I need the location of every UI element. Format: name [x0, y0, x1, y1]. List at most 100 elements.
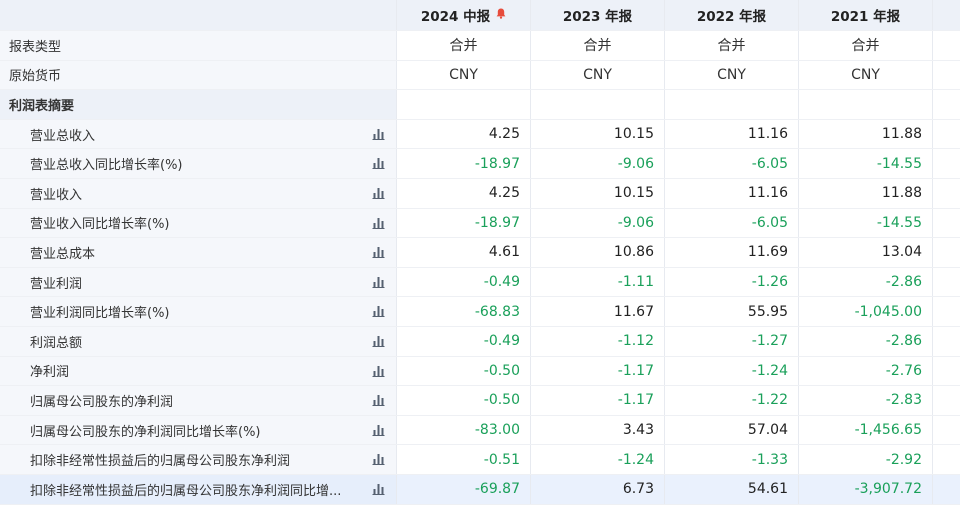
filler-cell	[932, 149, 960, 178]
value-cell: -1.11	[530, 267, 664, 297]
row-label: 归属母公司股东的净利润同比增长率(%)	[30, 424, 261, 440]
value-cell: -2.86	[798, 267, 932, 297]
row-label-cell: 净利润	[0, 356, 396, 386]
value-cell: -2.92	[798, 445, 932, 474]
value-cell: -0.49	[396, 326, 530, 356]
table-row[interactable]: 扣除非经常性损益后的归属母公司股东净利润同比增... -69.87 6.73 54.6…	[0, 474, 960, 505]
table-row[interactable]: 营业总收入 4.25 10.15 11.16 11.88	[0, 119, 960, 150]
value-cell: 合并	[664, 31, 798, 60]
value-cell: -1.26	[664, 267, 798, 297]
value-cell: -0.49	[396, 267, 530, 297]
bar-chart-icon[interactable]	[372, 157, 386, 170]
column-header-2022-annual[interactable]: 2022 年报	[664, 0, 798, 30]
filler-cell	[932, 386, 960, 415]
value-cell: -83.00	[396, 415, 530, 445]
column-header-2021-annual[interactable]: 2021 年报	[798, 0, 932, 30]
bar-chart-icon[interactable]	[372, 424, 386, 437]
table-row[interactable]: 营业利润 -0.49 -1.11 -1.26 -2.86	[0, 267, 960, 298]
value-cell: -14.55	[798, 149, 932, 178]
row-label-cell: 营业利润	[0, 267, 396, 297]
bar-chart-icon[interactable]	[372, 335, 386, 348]
table-row[interactable]: 利润总额 -0.49 -1.12 -1.27 -2.86	[0, 326, 960, 357]
value-cell: 合并	[798, 31, 932, 60]
column-header-label: 2021 年报	[830, 9, 901, 25]
table-row[interactable]: 营业收入 4.25 10.15 11.16 11.88	[0, 178, 960, 209]
value-cell: -1,456.65	[798, 415, 932, 445]
value-cell: 11.88	[798, 119, 932, 149]
value-cell: 4.61	[396, 238, 530, 267]
column-header-2023-annual[interactable]: 2023 年报	[530, 0, 664, 30]
bar-chart-icon[interactable]	[372, 453, 386, 466]
filler-cell	[932, 90, 960, 119]
value-cell: -9.06	[530, 149, 664, 178]
table-row[interactable]: 营业收入同比增长率(%) -18.97 -9.06 -6.05 -14.55	[0, 208, 960, 239]
bell-icon[interactable]	[496, 8, 506, 22]
value-cell: 11.69	[664, 238, 798, 267]
column-header-label: 2024 中报	[420, 9, 491, 25]
row-label: 营业利润	[30, 276, 83, 292]
row-label: 扣除非经常性损益后的归属母公司股东净利润同比增...	[30, 483, 342, 499]
value-cell: -1,045.00	[798, 297, 932, 326]
row-label: 扣除非经常性损益后的归属母公司股东净利润	[30, 454, 291, 470]
value-cell: -1.24	[530, 445, 664, 474]
bar-chart-icon[interactable]	[372, 187, 386, 200]
value-cell: -9.06	[530, 208, 664, 238]
bar-chart-icon[interactable]	[372, 128, 386, 141]
row-label: 营业收入同比增长率(%)	[30, 217, 170, 233]
bar-chart-icon[interactable]	[372, 305, 386, 318]
value-cell: 13.04	[798, 238, 932, 267]
row-label-cell: 扣除非经常性损益后的归属母公司股东净利润同比增...	[0, 474, 396, 504]
row-label-cell: 营业总收入同比增长率(%)	[0, 149, 396, 178]
filler-cell	[932, 208, 960, 238]
table-row[interactable]: 营业总成本 4.61 10.86 11.69 13.04	[0, 238, 960, 268]
header-label-cell	[0, 0, 396, 30]
table-row[interactable]: 归属母公司股东的净利润 -0.50 -1.17 -1.22 -2.83	[0, 386, 960, 416]
row-label-cell: 营业收入	[0, 178, 396, 208]
filler-cell	[932, 60, 960, 90]
filler-cell	[932, 31, 960, 60]
table-row[interactable]: 归属母公司股东的净利润同比增长率(%) -83.00 3.43 57.04 -1,456…	[0, 415, 960, 446]
value-cell: -2.86	[798, 326, 932, 356]
value-cell: CNY	[664, 60, 798, 90]
report-type-row: 报表类型 合并 合并 合并 合并	[0, 31, 960, 61]
bar-chart-icon[interactable]	[372, 394, 386, 407]
value-cell: 11.67	[530, 297, 664, 326]
value-cell: 6.73	[530, 474, 664, 504]
value-cell: CNY	[798, 60, 932, 90]
table-row[interactable]: 营业利润同比增长率(%) -68.83 11.67 55.95 -1,045.00	[0, 297, 960, 327]
filler-cell	[932, 356, 960, 386]
row-label-cell: 扣除非经常性损益后的归属母公司股东净利润	[0, 445, 396, 474]
filler-cell	[932, 178, 960, 208]
row-label-cell: 营业总成本	[0, 238, 396, 267]
value-cell: -6.05	[664, 208, 798, 238]
value-cell: CNY	[530, 60, 664, 90]
table-row[interactable]: 营业总收入同比增长率(%) -18.97 -9.06 -6.05 -14.55	[0, 149, 960, 179]
value-cell: -1.17	[530, 356, 664, 386]
bar-chart-icon[interactable]	[372, 246, 386, 259]
value-cell: 4.25	[396, 119, 530, 149]
bar-chart-icon[interactable]	[372, 365, 386, 378]
bar-chart-icon[interactable]	[372, 483, 386, 496]
filler-cell	[932, 474, 960, 504]
row-label: 净利润	[30, 365, 70, 381]
bar-chart-icon[interactable]	[372, 217, 386, 230]
column-header-2024-interim[interactable]: 2024 中报	[396, 0, 530, 30]
row-label: 营业总收入同比增长率(%)	[30, 158, 183, 174]
empty-cell	[396, 90, 530, 119]
data-rows: 营业总收入 4.25 10.15 11.16 11.88 营业总收入同比增长率(%) -18…	[0, 119, 960, 505]
bar-chart-icon[interactable]	[372, 276, 386, 289]
table-row[interactable]: 净利润 -0.50 -1.17 -1.24 -2.76	[0, 356, 960, 387]
value-cell: 3.43	[530, 415, 664, 445]
row-label: 利润总额	[30, 335, 83, 351]
value-cell: -1.22	[664, 386, 798, 415]
value-cell: -69.87	[396, 474, 530, 504]
row-label: 营业总成本	[30, 246, 96, 262]
value-cell: 54.61	[664, 474, 798, 504]
value-cell: 合并	[530, 31, 664, 60]
value-cell: -1.24	[664, 356, 798, 386]
value-cell: 11.88	[798, 178, 932, 208]
value-cell: 合并	[396, 31, 530, 60]
value-cell: -18.97	[396, 149, 530, 178]
table-row[interactable]: 扣除非经常性损益后的归属母公司股东净利润 -0.51 -1.24 -1.33 -2.92	[0, 445, 960, 475]
value-cell: -1.27	[664, 326, 798, 356]
